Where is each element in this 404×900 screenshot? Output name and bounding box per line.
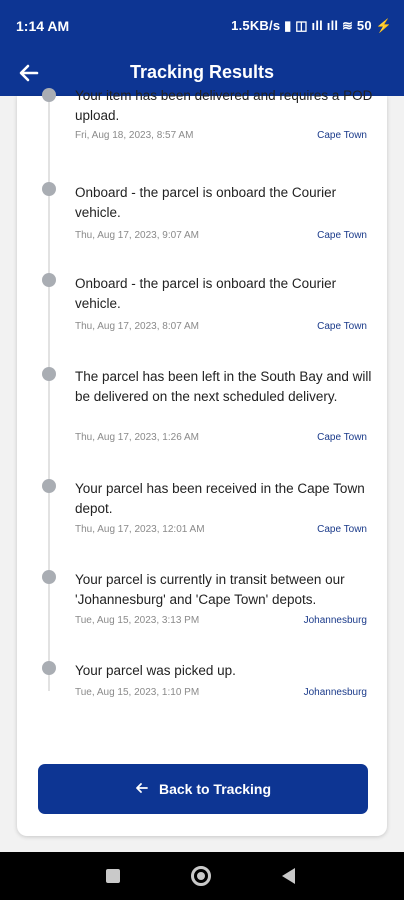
arrow-left-icon [135,781,149,798]
event-date: Thu, Aug 17, 2023, 9:07 AM [75,230,199,241]
timeline-dot [42,88,56,102]
back-to-tracking-label: Back to Tracking [158,781,272,797]
back-to-tracking-button[interactable]: Back to Tracking [38,764,368,814]
event-description: Your parcel is currently in transit betw… [75,572,345,607]
event-location: Cape Town [317,432,367,443]
event-date: Thu, Aug 17, 2023, 1:26 AM [75,432,199,443]
recents-icon[interactable] [106,869,120,883]
event-location: Johannesburg [303,687,367,698]
event-description: The parcel has been left in the South Ba… [75,369,372,404]
event-date: Tue, Aug 15, 2023, 3:13 PM [75,615,200,626]
event-description: Your parcel was picked up. [75,663,236,678]
event-location: Johannesburg [303,615,367,626]
timeline-dot [42,479,56,493]
status-time: 1:14 AM [16,18,70,34]
event-location: Cape Town [317,524,367,535]
event-date: Fri, Aug 18, 2023, 8:57 AM [75,130,194,141]
timeline-dot [42,182,56,196]
page-title: Tracking Results [129,62,275,82]
nav-back-icon[interactable] [282,868,295,884]
timeline-dot [42,367,56,381]
status-indicators: 1.5KB/s ▮ ◫ ıll ıll ≋ 50 ⚡ [231,18,392,33]
event-date: Thu, Aug 17, 2023, 12:01 AM [75,524,205,535]
event-description: Onboard - the parcel is onboard the Cour… [75,185,337,220]
event-location: Cape Town [317,230,367,241]
event-location: Cape Town [317,130,367,141]
timeline-dot [42,273,56,287]
system-nav-bar [0,852,404,900]
timeline-dot [42,661,56,675]
home-icon[interactable] [191,866,211,886]
event-date: Thu, Aug 17, 2023, 8:07 AM [75,321,199,332]
event-location: Cape Town [317,321,367,332]
event-description: Onboard - the parcel is onboard the Cour… [75,276,337,311]
tracking-results-card: Your item has been delivered and require… [17,88,387,836]
event-date: Tue, Aug 15, 2023, 1:10 PM [75,687,200,698]
timeline-dot [42,570,56,584]
event-description: Your item has been delivered and require… [75,88,373,123]
status-bar: 1:14 AM 1.5KB/s ▮ ◫ ıll ıll ≋ 50 ⚡ [0,0,404,50]
event-description: Your parcel has been received in the Cap… [75,481,365,516]
